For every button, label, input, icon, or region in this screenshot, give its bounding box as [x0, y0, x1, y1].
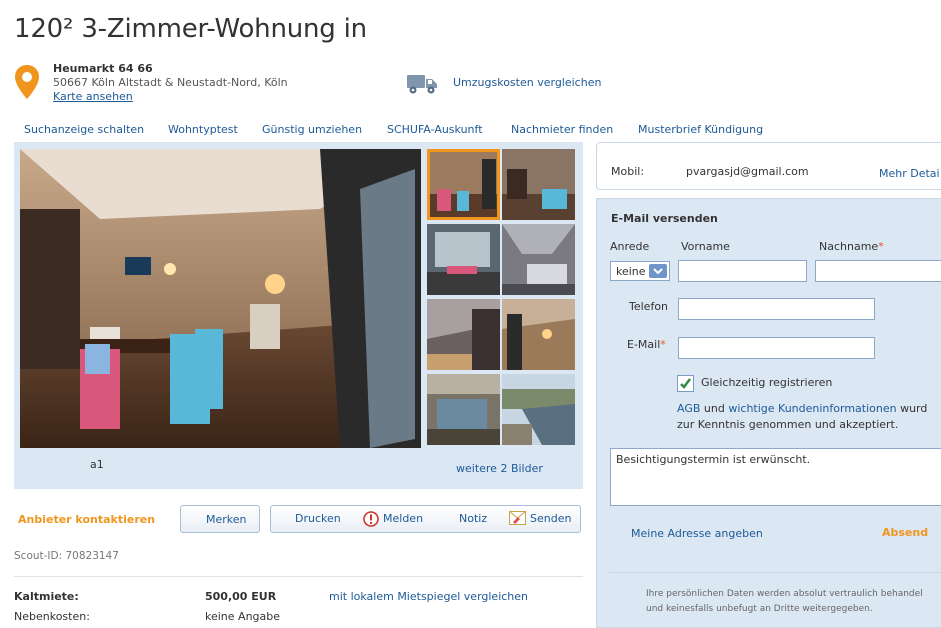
mobil-label: Mobil:: [611, 165, 645, 178]
telefon-input[interactable]: [678, 298, 875, 320]
telefon-label: Telefon: [629, 300, 669, 313]
checkmark-icon: [680, 378, 691, 389]
page-title: 120² 3-Zimmer-Wohnung in: [14, 14, 367, 44]
envelope-icon: [509, 511, 526, 525]
location-pin-icon: [15, 65, 39, 99]
kaltmiete-value: 500,00 EUR: [205, 590, 277, 603]
nachname-input[interactable]: [815, 260, 941, 282]
address-link[interactable]: Meine Adresse angeben: [631, 527, 763, 540]
nav-item-suchanzeige[interactable]: Suchanzeige schalten: [24, 123, 144, 136]
email-form-heading: E-Mail versenden: [611, 212, 718, 225]
report-button[interactable]: Melden: [383, 512, 423, 525]
thumbnail-1[interactable]: [427, 149, 500, 220]
anrede-select[interactable]: keine: [610, 261, 670, 281]
note-button[interactable]: Notiz: [459, 512, 487, 525]
terms-text-line2: zur Kenntnis genommen und akzeptiert.: [677, 418, 899, 431]
contact-provider-link[interactable]: Anbieter kontaktieren: [18, 513, 155, 526]
nav-item-musterbrief[interactable]: Musterbrief Kündigung: [638, 123, 763, 136]
thumbnail-7[interactable]: [427, 374, 500, 445]
message-textarea[interactable]: Besichtigungstermin ist erwünscht.: [610, 448, 941, 506]
form-divider: [609, 572, 941, 573]
merken-label: Merken: [206, 513, 247, 526]
agb-link[interactable]: AGB: [677, 402, 700, 415]
report-icon: [363, 511, 379, 527]
thumbnail-2[interactable]: [502, 149, 575, 220]
register-label: Gleichzeitig registrieren: [701, 376, 833, 389]
send-button[interactable]: Senden: [530, 512, 571, 525]
nav-item-umziehen[interactable]: Günstig umziehen: [262, 123, 362, 136]
map-link[interactable]: Karte ansehen: [53, 90, 133, 103]
nebenkosten-label: Nebenkosten:: [14, 610, 90, 623]
scout-id: Scout-ID: 70823147: [14, 550, 119, 562]
main-photo[interactable]: [20, 149, 421, 448]
address-city: 50667 Köln Altstadt & Neustadt-Nord, Köl…: [53, 76, 288, 89]
service-nav: Suchanzeige schalten Wohntyptest Günstig…: [0, 123, 941, 139]
vorname-label: Vorname: [681, 240, 730, 253]
mietspiegel-link[interactable]: mit lokalem Mietspiegel vergleichen: [329, 590, 528, 603]
kaltmiete-label: Kaltmiete:: [14, 590, 79, 603]
merken-button[interactable]: Merken: [180, 505, 260, 533]
thumbnail-6[interactable]: [502, 299, 575, 370]
nav-item-nachmieter[interactable]: Nachmieter finden: [511, 123, 613, 136]
print-button[interactable]: Drucken: [295, 512, 341, 525]
nachname-label: Nachname*: [819, 240, 884, 253]
divider: [14, 576, 583, 577]
nav-item-wohntyptest[interactable]: Wohntyptest: [168, 123, 238, 136]
chevron-down-icon: [649, 264, 667, 278]
customer-info-link[interactable]: wichtige Kundeninformationen: [728, 402, 896, 415]
anrede-label: Anrede: [610, 240, 650, 253]
more-details-link[interactable]: Mehr Detai: [879, 167, 940, 180]
message-text: Besichtigungstermin ist erwünscht.: [616, 453, 811, 466]
moving-cost-link[interactable]: Umzugskosten vergleichen: [453, 76, 601, 89]
email-input[interactable]: [678, 337, 875, 359]
address-street: Heumarkt 64 66: [53, 62, 153, 75]
thumbnail-3[interactable]: [427, 224, 500, 295]
truck-icon: [407, 75, 437, 94]
privacy-note-line2: und keinesfalls unbefugt an Dritte weite…: [646, 604, 873, 614]
email-label: E-Mail*: [627, 338, 666, 351]
terms-text: AGB und wichtige Kundeninformationen wur…: [677, 402, 928, 415]
vorname-input[interactable]: [678, 260, 807, 282]
privacy-note-line1: Ihre persönlichen Daten werden absolut v…: [646, 589, 923, 599]
submit-button[interactable]: Absend: [882, 526, 928, 539]
photo-caption: a1: [90, 458, 104, 471]
thumbnail-5[interactable]: [427, 299, 500, 370]
mobil-value: pvargasjd@gmail.com: [686, 165, 809, 178]
thumbnail-4[interactable]: [502, 224, 575, 295]
anrede-value: keine: [616, 265, 646, 278]
thumbnail-8[interactable]: [502, 374, 575, 445]
nebenkosten-value: keine Angabe: [205, 610, 281, 623]
register-checkbox[interactable]: [677, 375, 694, 392]
nav-item-schufa[interactable]: SCHUFA-Auskunft: [387, 123, 483, 136]
more-photos-link[interactable]: weitere 2 Bilder: [456, 462, 543, 475]
